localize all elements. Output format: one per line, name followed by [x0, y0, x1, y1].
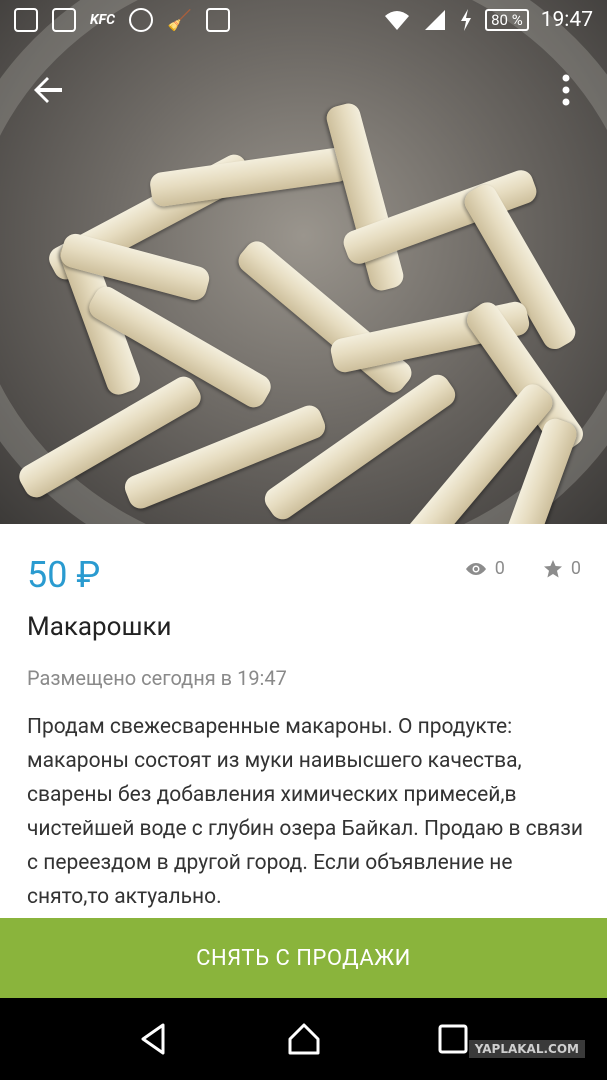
listing-title: Макарошки [27, 612, 172, 642]
screenshot-icon [14, 8, 38, 32]
system-nav-bar [0, 998, 607, 1080]
home-icon[interactable] [284, 1019, 324, 1059]
signal-icon [425, 10, 446, 30]
status-clock: 19:47 [540, 8, 593, 32]
broom-icon: 🧹 [166, 8, 192, 32]
more-vert-icon[interactable] [551, 70, 581, 110]
price: 50 ₽ [27, 554, 101, 596]
eye-icon [465, 562, 486, 575]
remove-from-sale-button[interactable]: СНЯТЬ С ПРОДАЖИ [0, 918, 607, 998]
views-count: 0 [494, 558, 505, 579]
wifi-icon [385, 11, 410, 30]
recents-icon[interactable] [433, 1019, 473, 1059]
star-icon [543, 559, 562, 577]
kfc-icon: KFC [90, 12, 115, 28]
charging-icon [461, 9, 472, 31]
listing-details: 50 ₽ 0 0 Макарошки Размещено сегодня в 1… [0, 524, 607, 918]
message-icon [52, 8, 76, 32]
listing-stats: 0 0 [465, 558, 581, 579]
favorites-count: 0 [570, 558, 581, 579]
arrow-back-icon[interactable] [28, 70, 68, 110]
viber-icon [128, 8, 153, 32]
status-bar: KFC 🧹 80 % 19:47 [0, 0, 607, 40]
briefcase-check-icon [205, 8, 230, 32]
watermark: YAPLAKAL.COM [468, 1040, 585, 1058]
battery-icon: 80 % [485, 9, 529, 31]
back-triangle-icon[interactable] [135, 1019, 175, 1059]
posted-date: Размещено сегодня в 19:47 [27, 666, 287, 690]
listing-photo[interactable] [0, 0, 607, 524]
listing-description: Продам свежесваренные макароны. О продук… [27, 715, 583, 909]
